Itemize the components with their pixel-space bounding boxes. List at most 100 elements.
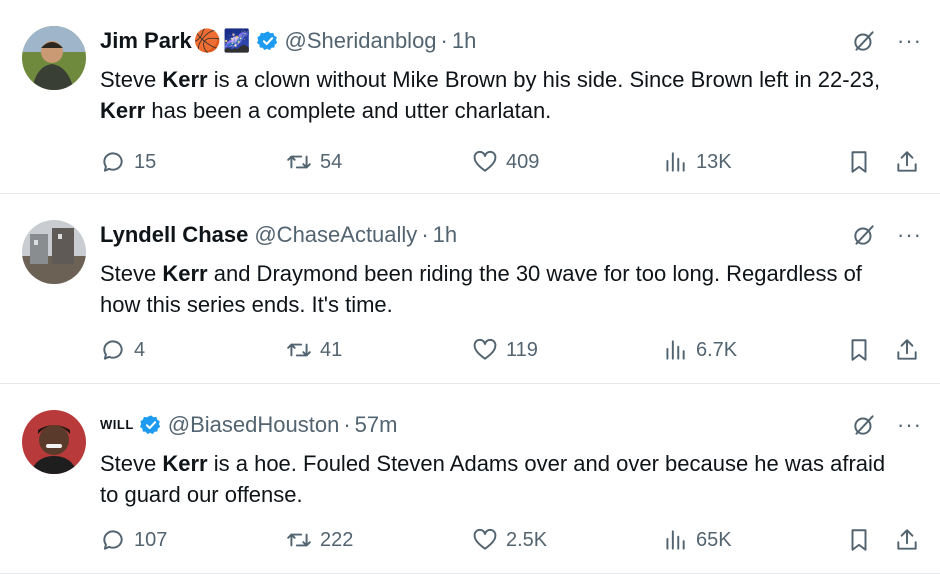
retweet-count: 54 — [320, 150, 343, 173]
retweet-icon — [287, 533, 311, 547]
tweet-text: Steve Kerr is a hoe. Fouled Steven Adams… — [100, 448, 900, 510]
bookmark-icon — [851, 529, 867, 551]
reply-icon — [103, 340, 123, 360]
tweet-text: Steve Kerr is a clown without Mike Brown… — [100, 64, 900, 126]
view-count: 6.7K — [696, 338, 738, 361]
highlighted-keyword: Kerr — [162, 451, 208, 476]
share-icon — [897, 339, 917, 360]
tweet-header: Lyndell Chase @ChaseActually · 1h — [100, 221, 457, 249]
grok-icon[interactable] — [851, 412, 877, 438]
avatar[interactable] — [22, 410, 86, 474]
highlighted-keyword: Kerr — [162, 67, 208, 92]
retweet-count: 41 — [320, 338, 343, 361]
like-count: 2.5K — [506, 528, 548, 551]
share-button[interactable] — [894, 526, 920, 554]
user-handle[interactable]: @Sheridanblog — [285, 27, 437, 55]
like-button[interactable]: 119 — [472, 336, 538, 364]
reply-button[interactable]: 15 — [100, 148, 156, 176]
timestamp[interactable]: 57m — [355, 411, 398, 439]
separator-dot: · — [421, 222, 429, 247]
timestamp[interactable]: 1h — [433, 221, 457, 249]
reply-button[interactable]: 4 — [100, 336, 145, 364]
basketball-emoji: 🏀 — [193, 28, 222, 53]
grok-icon[interactable] — [851, 28, 877, 54]
bookmark-icon — [851, 339, 867, 361]
bookmark-icon — [851, 151, 867, 173]
bookmark-button[interactable] — [846, 148, 872, 176]
like-count: 119 — [506, 338, 538, 361]
tweet-actions: 107 222 2.5K 65K — [0, 526, 940, 554]
like-icon — [473, 528, 497, 550]
tweet-header: Jim Park 🏀 🌌 @Sheridanblog · 1h — [100, 27, 476, 55]
tweet[interactable]: Lyndell Chase @ChaseActually · 1h ··· St… — [0, 194, 940, 384]
highlighted-keyword: Kerr — [162, 261, 208, 286]
reply-count: 15 — [134, 150, 157, 173]
bookmark-button[interactable] — [846, 336, 872, 364]
tweet[interactable]: Jim Park 🏀 🌌 @Sheridanblog · 1h ··· Stev… — [0, 0, 940, 194]
views-button[interactable]: 6.7K — [662, 336, 737, 364]
tweet-top-icons: ··· — [851, 28, 922, 54]
share-button[interactable] — [894, 336, 920, 364]
more-icon[interactable]: ··· — [897, 414, 922, 436]
tweet-text-segment: Steve — [100, 261, 163, 286]
reply-icon — [103, 530, 123, 550]
like-icon — [473, 338, 497, 360]
tweet-actions: 4 41 119 6.7K — [0, 336, 940, 364]
bookmark-button[interactable] — [846, 526, 872, 554]
tweet-text: Steve Kerr and Draymond been riding the … — [100, 258, 900, 320]
tweet-text-segment: and Draymond been riding the 30 wave for… — [100, 261, 862, 317]
view-count: 13K — [696, 150, 732, 173]
verified-badge-icon — [139, 415, 160, 435]
display-name[interactable]: WILL — [100, 411, 134, 439]
tweet-text-segment: has been a complete and utter charlatan. — [145, 98, 552, 123]
tweet-text-segment: Steve — [100, 67, 163, 92]
like-count: 409 — [506, 150, 540, 173]
display-name[interactable]: Jim Park — [100, 27, 192, 55]
more-icon[interactable]: ··· — [897, 224, 922, 246]
tweet-text-segment: is a clown without Mike Brown by his sid… — [207, 67, 881, 92]
share-button[interactable] — [894, 148, 920, 176]
views-icon — [666, 530, 685, 550]
user-handle[interactable]: @ChaseActually — [254, 221, 417, 249]
tweet-header: WILL @BiasedHouston · 57m — [100, 411, 397, 439]
tweet-top-icons: ··· — [851, 222, 922, 248]
views-button[interactable]: 65K — [662, 526, 732, 554]
view-count: 65K — [696, 528, 732, 551]
retweet-button[interactable]: 41 — [286, 336, 342, 364]
more-icon[interactable]: ··· — [897, 30, 922, 52]
tweet-text-segment: Steve — [100, 451, 163, 476]
share-icon — [897, 529, 917, 550]
like-icon — [473, 150, 497, 172]
avatar[interactable] — [22, 220, 86, 284]
views-icon — [666, 152, 685, 172]
tweet[interactable]: WILL @BiasedHouston · 57m ··· Steve Kerr… — [0, 384, 940, 574]
views-button[interactable]: 13K — [662, 148, 732, 176]
retweet-button[interactable]: 54 — [286, 148, 342, 176]
separator-dot: · — [440, 28, 448, 53]
reply-count: 4 — [134, 338, 146, 361]
views-icon — [666, 340, 685, 360]
tweet-actions: 15 54 409 13K — [0, 148, 940, 176]
display-name[interactable]: Lyndell Chase — [100, 221, 248, 249]
separator-dot: · — [343, 412, 351, 437]
grok-icon[interactable] — [851, 222, 877, 248]
retweet-icon — [287, 155, 311, 169]
tweet-feed: Jim Park 🏀 🌌 @Sheridanblog · 1h ··· Stev… — [0, 0, 940, 574]
user-handle[interactable]: @BiasedHouston — [168, 411, 340, 439]
retweet-icon — [287, 343, 311, 357]
tweet-text-segment: is a hoe. Fouled Steven Adams over and o… — [100, 451, 886, 507]
highlighted-keyword: Kerr — [100, 98, 146, 123]
reply-count: 107 — [134, 528, 168, 551]
tweet-top-icons: ··· — [851, 412, 922, 438]
reply-button[interactable]: 107 — [100, 526, 167, 554]
like-button[interactable]: 2.5K — [472, 526, 547, 554]
like-button[interactable]: 409 — [472, 148, 539, 176]
galaxy-emoji: 🌌 — [223, 28, 251, 53]
verified-badge-icon — [256, 31, 277, 51]
share-icon — [897, 151, 917, 172]
avatar[interactable] — [22, 26, 86, 90]
retweet-count: 222 — [320, 528, 354, 551]
retweet-button[interactable]: 222 — [286, 526, 353, 554]
reply-icon — [103, 152, 123, 172]
timestamp[interactable]: 1h — [452, 27, 476, 55]
